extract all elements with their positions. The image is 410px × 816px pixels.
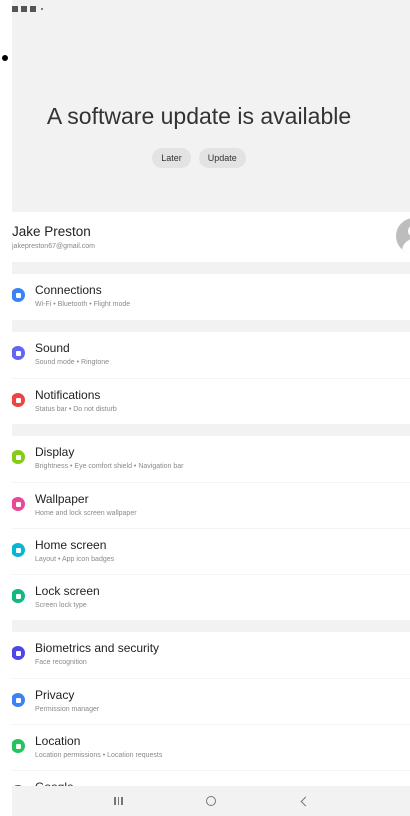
settings-item-title: Sound	[35, 341, 70, 355]
sun-icon	[12, 450, 25, 464]
profile-name: Jake Preston	[12, 224, 91, 239]
avatar-body	[402, 239, 410, 254]
display-group: Display Brightness • Eye comfort shield …	[12, 436, 410, 620]
home-circle-icon	[205, 796, 216, 806]
settings-item-subtitle: Layout • App icon badges	[35, 556, 115, 563]
location-icon	[12, 739, 25, 753]
settings-item-title: Display	[35, 445, 75, 459]
bell-icon	[12, 393, 25, 407]
speaker-icon	[12, 346, 25, 360]
status-bar	[12, 0, 410, 18]
section-gap	[12, 320, 410, 332]
settings-item-biometrics[interactable]: Biometrics and security Face recognition	[12, 632, 410, 678]
update-actions: Later Update	[12, 148, 386, 168]
gallery-notification-icon	[12, 6, 18, 12]
shield-icon	[12, 646, 25, 660]
settings-list: Jake Preston jakepreston67@gmail.com Con…	[12, 212, 410, 816]
settings-item-title: Connections	[35, 283, 102, 297]
software-update-banner: A software update is available Later Upd…	[12, 18, 410, 212]
profile-email: jakepreston67@gmail.com	[12, 243, 95, 250]
privacy-icon	[12, 693, 25, 707]
settings-item-subtitle: Screen lock type	[35, 602, 87, 609]
settings-screen: A software update is available Later Upd…	[12, 0, 410, 816]
settings-item-title: Biometrics and security	[35, 641, 160, 655]
settings-item-subtitle: Brightness • Eye comfort shield • Naviga…	[35, 463, 184, 470]
lock-icon	[12, 589, 25, 603]
settings-item-title: Wallpaper	[35, 492, 89, 506]
settings-item-connections[interactable]: Connections Wi-Fi • Bluetooth • Flight m…	[12, 274, 410, 320]
settings-item-subtitle: Permission manager	[35, 706, 100, 713]
settings-item-location[interactable]: Location Location permissions • Location…	[12, 724, 410, 770]
settings-item-title: Location	[35, 734, 81, 748]
settings-item-title: Lock screen	[35, 584, 100, 598]
home-icon	[12, 543, 25, 557]
settings-item-subtitle: Sound mode • Ringtone	[35, 359, 110, 366]
settings-item-subtitle: Status bar • Do not disturb	[35, 406, 117, 413]
settings-item-lock-screen[interactable]: Lock screen Screen lock type	[12, 574, 410, 620]
recent-apps-icon	[114, 797, 123, 805]
settings-item-subtitle: Wi-Fi • Bluetooth • Flight mode	[35, 301, 131, 308]
home-button[interactable]	[202, 792, 220, 810]
settings-item-subtitle: Home and lock screen wallpaper	[35, 510, 137, 517]
settings-item-home-screen[interactable]: Home screen Layout • App icon badges	[12, 528, 410, 574]
profile-row[interactable]: Jake Preston jakepreston67@gmail.com	[12, 212, 410, 262]
section-gap	[12, 262, 410, 274]
back-chevron-icon	[300, 796, 311, 806]
settings-item-notifications[interactable]: Notifications Status bar • Do not distur…	[12, 378, 410, 424]
settings-item-subtitle: Location permissions • Location requests	[35, 752, 163, 759]
settings-item-title: Home screen	[35, 538, 107, 552]
settings-item-title: Privacy	[35, 688, 75, 702]
recent-apps-button[interactable]	[109, 792, 127, 810]
settings-item-subtitle: Face recognition	[35, 659, 87, 666]
later-button[interactable]: Later	[152, 148, 191, 168]
bullet-dot	[2, 55, 8, 61]
warning-notification-icon	[21, 6, 27, 12]
settings-item-display[interactable]: Display Brightness • Eye comfort shield …	[12, 436, 410, 482]
video-notification-icon	[30, 6, 36, 12]
device-frame: A software update is available Later Upd…	[0, 0, 410, 816]
account-card[interactable]: Jake Preston jakepreston67@gmail.com	[12, 212, 410, 262]
sound-notifications-group: Sound Sound mode • Ringtone Notification…	[12, 332, 410, 424]
image-icon	[12, 497, 25, 511]
section-gap	[12, 620, 410, 632]
wifi-icon	[12, 288, 25, 302]
settings-item-wallpaper[interactable]: Wallpaper Home and lock screen wallpaper	[12, 482, 410, 528]
back-button[interactable]	[295, 792, 313, 810]
section-gap	[12, 424, 410, 436]
settings-item-privacy[interactable]: Privacy Permission manager	[12, 678, 410, 724]
update-title: A software update is available	[46, 103, 352, 129]
navigation-bar	[12, 786, 410, 816]
settings-item-title: Notifications	[35, 388, 101, 402]
settings-item-sound[interactable]: Sound Sound mode • Ringtone	[12, 332, 410, 378]
avatar[interactable]	[396, 218, 410, 254]
update-button[interactable]: Update	[198, 148, 246, 168]
connections-group: Connections Wi-Fi • Bluetooth • Flight m…	[12, 274, 410, 320]
more-notifications-icon	[41, 8, 43, 10]
